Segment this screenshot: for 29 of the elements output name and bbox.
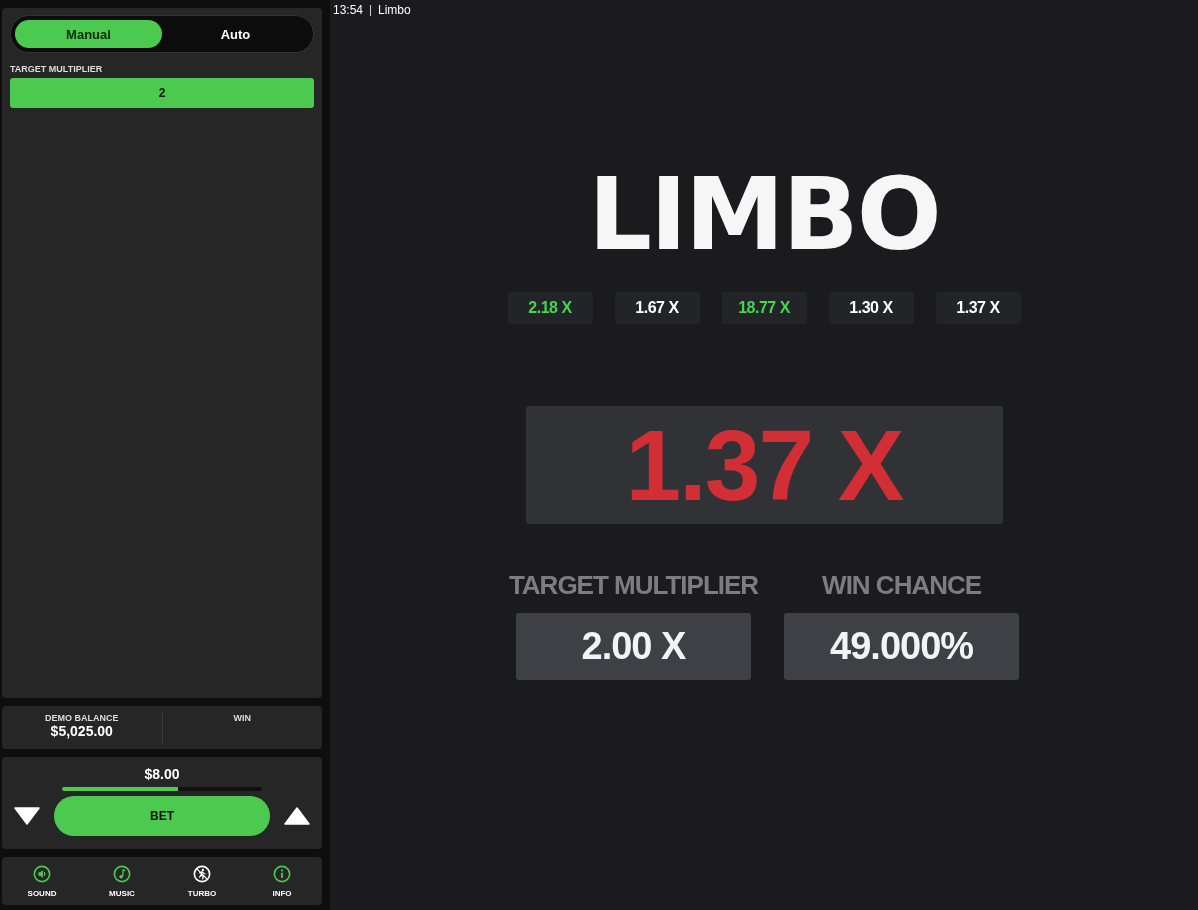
mode-tab[interactable]: Manual	[15, 20, 162, 48]
turbo-button[interactable]: TURBO	[162, 857, 242, 905]
balance-value: $5,025.00	[50, 723, 113, 739]
stat-value: 49.000%	[784, 613, 1020, 680]
sound-button[interactable]: SOUND	[2, 857, 82, 905]
stat-label: WIN CHANCE	[822, 570, 982, 601]
stat-value: 2.00 X	[516, 613, 751, 680]
clock-text: 13:54	[333, 3, 364, 17]
field-label: TARGET MULTIPLIER	[10, 64, 104, 74]
win-label: WIN	[233, 713, 251, 723]
history-chip: 1.67 X	[614, 292, 700, 324]
mode-tab[interactable]: Auto	[162, 20, 309, 48]
history-chip: 2.18 X	[507, 292, 593, 324]
result-display: 1.37 X	[525, 406, 1003, 524]
increase-icon[interactable]	[284, 807, 310, 825]
history-chip: 1.37 X	[935, 292, 1021, 324]
info-button[interactable]: INFO	[242, 857, 322, 905]
bet-button[interactable]: BET	[54, 796, 270, 836]
decrease-icon[interactable]	[14, 807, 40, 825]
history-chip: 18.77 X	[721, 292, 807, 324]
bet-slider[interactable]	[62, 787, 262, 791]
balance-label: DEMO BALANCE	[45, 713, 119, 723]
target-multiplier-field[interactable]: 2	[10, 78, 314, 108]
game-logo: LIMBO	[588, 160, 940, 270]
bet-amount: $8.00	[144, 766, 180, 782]
stat-label: TARGET MULTIPLIER	[508, 570, 759, 601]
music-button[interactable]: MUSIC	[82, 857, 162, 905]
history-chip: 1.30 X	[828, 292, 914, 324]
game-title: Limbo	[378, 3, 411, 17]
